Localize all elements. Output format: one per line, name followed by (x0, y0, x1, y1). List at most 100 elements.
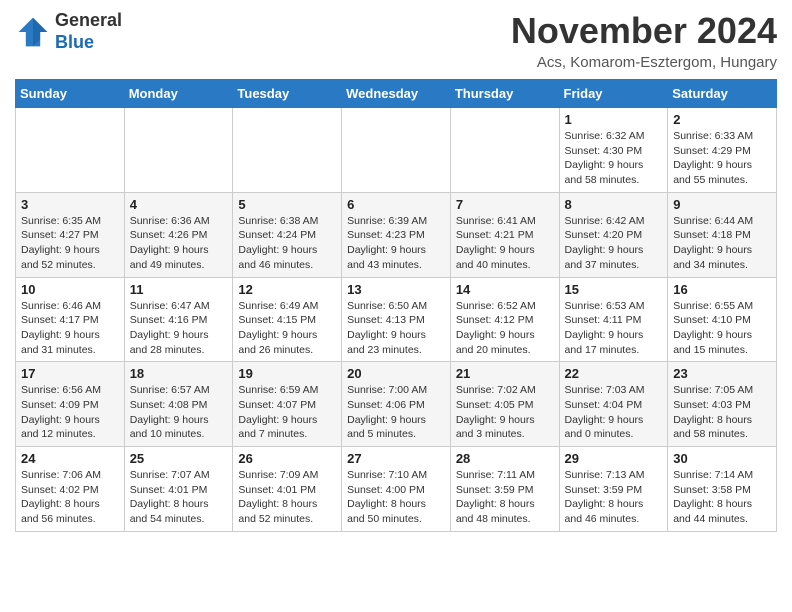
day-number: 13 (347, 282, 445, 297)
calendar-cell: 2 Sunrise: 6:33 AMSunset: 4:29 PMDaylight… (668, 108, 777, 193)
calendar-cell: 27Sunrise: 7:10 AMSunset: 4:00 PMDayligh… (342, 447, 451, 532)
day-info: Sunrise: 6:41 AMSunset: 4:21 PMDaylight:… (456, 214, 554, 273)
day-info: Sunrise: 7:05 AMSunset: 4:03 PMDaylight:… (673, 383, 771, 442)
day-info: Sunrise: 6:33 AMSunset: 4:29 PMDaylight:… (673, 129, 771, 188)
weekday-header: Thursday (450, 80, 559, 108)
day-info: Sunrise: 7:13 AMSunset: 3:59 PMDaylight:… (565, 468, 663, 527)
day-info: Sunrise: 7:00 AMSunset: 4:06 PMDaylight:… (347, 383, 445, 442)
calendar-cell: 20 Sunrise: 7:00 AMSunset: 4:06 PMDayligh… (342, 362, 451, 447)
calendar-cell: 11 Sunrise: 6:47 AMSunset: 4:16 PMDayligh… (124, 277, 233, 362)
day-number: 1 (565, 112, 663, 127)
day-number: 10 (21, 282, 119, 297)
calendar-cell: 17 Sunrise: 6:56 AMSunset: 4:09 PMDayligh… (16, 362, 125, 447)
page: General Blue November 2024 Acs, Komarom-… (0, 0, 792, 547)
weekday-header: Tuesday (233, 80, 342, 108)
day-number: 22 (565, 366, 663, 381)
weekday-header: Saturday (668, 80, 777, 108)
calendar-cell: 6 Sunrise: 6:39 AMSunset: 4:23 PMDaylight… (342, 192, 451, 277)
day-info: Sunrise: 6:36 AMSunset: 4:26 PMDaylight:… (130, 214, 228, 273)
day-info: Sunrise: 6:35 AMSunset: 4:27 PMDaylight:… (21, 214, 119, 273)
calendar-cell: 18Sunrise: 6:57 AMSunset: 4:08 PMDayligh… (124, 362, 233, 447)
calendar-week-row: 10 Sunrise: 6:46 AMSunset: 4:17 PMDayligh… (16, 277, 777, 362)
calendar-cell: 26Sunrise: 7:09 AMSunset: 4:01 PMDayligh… (233, 447, 342, 532)
calendar-cell: 19 Sunrise: 6:59 AMSunset: 4:07 PMDayligh… (233, 362, 342, 447)
day-number: 14 (456, 282, 554, 297)
day-info: Sunrise: 6:46 AMSunset: 4:17 PMDaylight:… (21, 299, 119, 358)
day-info: Sunrise: 6:42 AMSunset: 4:20 PMDaylight:… (565, 214, 663, 273)
day-number: 12 (238, 282, 336, 297)
logo: General Blue (15, 10, 122, 53)
calendar-cell: 29 Sunrise: 7:13 AMSunset: 3:59 PMDayligh… (559, 447, 668, 532)
calendar-cell: 5 Sunrise: 6:38 AMSunset: 4:24 PMDaylight… (233, 192, 342, 277)
calendar-cell (233, 108, 342, 193)
day-info: Sunrise: 6:55 AMSunset: 4:10 PMDaylight:… (673, 299, 771, 358)
day-number: 17 (21, 366, 119, 381)
day-number: 21 (456, 366, 554, 381)
day-number: 20 (347, 366, 445, 381)
calendar-cell: 1 Sunrise: 6:32 AMSunset: 4:30 PMDaylight… (559, 108, 668, 193)
day-number: 3 (21, 197, 119, 212)
day-number: 6 (347, 197, 445, 212)
calendar-cell: 4Sunrise: 6:36 AMSunset: 4:26 PMDaylight… (124, 192, 233, 277)
calendar-week-row: 17 Sunrise: 6:56 AMSunset: 4:09 PMDayligh… (16, 362, 777, 447)
day-info: Sunrise: 7:14 AMSunset: 3:58 PMDaylight:… (673, 468, 771, 527)
day-info: Sunrise: 6:39 AMSunset: 4:23 PMDaylight:… (347, 214, 445, 273)
day-info: Sunrise: 7:03 AMSunset: 4:04 PMDaylight:… (565, 383, 663, 442)
day-info: Sunrise: 7:02 AMSunset: 4:05 PMDaylight:… (456, 383, 554, 442)
weekday-header-row: SundayMondayTuesdayWednesdayThursdayFrid… (16, 80, 777, 108)
location: Acs, Komarom-Esztergom, Hungary (511, 54, 777, 71)
day-info: Sunrise: 6:59 AMSunset: 4:07 PMDaylight:… (238, 383, 336, 442)
calendar-week-row: 3 Sunrise: 6:35 AMSunset: 4:27 PMDaylight… (16, 192, 777, 277)
day-info: Sunrise: 6:32 AMSunset: 4:30 PMDaylight:… (565, 129, 663, 188)
day-info: Sunrise: 7:06 AMSunset: 4:02 PMDaylight:… (21, 468, 119, 527)
logo-blue: Blue (55, 32, 122, 54)
calendar: SundayMondayTuesdayWednesdayThursdayFrid… (15, 79, 777, 532)
calendar-cell: 21 Sunrise: 7:02 AMSunset: 4:05 PMDayligh… (450, 362, 559, 447)
day-info: Sunrise: 6:53 AMSunset: 4:11 PMDaylight:… (565, 299, 663, 358)
day-info: Sunrise: 6:57 AMSunset: 4:08 PMDaylight:… (130, 383, 228, 442)
day-number: 24 (21, 451, 119, 466)
day-number: 15 (565, 282, 663, 297)
calendar-cell: 25Sunrise: 7:07 AMSunset: 4:01 PMDayligh… (124, 447, 233, 532)
day-number: 7 (456, 197, 554, 212)
calendar-cell: 14 Sunrise: 6:52 AMSunset: 4:12 PMDayligh… (450, 277, 559, 362)
day-number: 27 (347, 451, 445, 466)
day-number: 5 (238, 197, 336, 212)
day-info: Sunrise: 7:07 AMSunset: 4:01 PMDaylight:… (130, 468, 228, 527)
header: General Blue November 2024 Acs, Komarom-… (15, 10, 777, 71)
day-number: 29 (565, 451, 663, 466)
day-info: Sunrise: 6:44 AMSunset: 4:18 PMDaylight:… (673, 214, 771, 273)
calendar-cell (16, 108, 125, 193)
title-section: November 2024 Acs, Komarom-Esztergom, Hu… (511, 10, 777, 71)
calendar-cell: 15 Sunrise: 6:53 AMSunset: 4:11 PMDayligh… (559, 277, 668, 362)
weekday-header: Friday (559, 80, 668, 108)
calendar-cell: 10 Sunrise: 6:46 AMSunset: 4:17 PMDayligh… (16, 277, 125, 362)
calendar-cell (124, 108, 233, 193)
calendar-cell: 23 Sunrise: 7:05 AMSunset: 4:03 PMDayligh… (668, 362, 777, 447)
calendar-cell (342, 108, 451, 193)
weekday-header: Monday (124, 80, 233, 108)
calendar-cell: 8Sunrise: 6:42 AMSunset: 4:20 PMDaylight… (559, 192, 668, 277)
calendar-cell: 3 Sunrise: 6:35 AMSunset: 4:27 PMDaylight… (16, 192, 125, 277)
day-number: 2 (673, 112, 771, 127)
day-info: Sunrise: 6:52 AMSunset: 4:12 PMDaylight:… (456, 299, 554, 358)
calendar-cell: 16 Sunrise: 6:55 AMSunset: 4:10 PMDayligh… (668, 277, 777, 362)
day-number: 26 (238, 451, 336, 466)
day-number: 23 (673, 366, 771, 381)
calendar-cell (450, 108, 559, 193)
day-number: 16 (673, 282, 771, 297)
day-info: Sunrise: 6:56 AMSunset: 4:09 PMDaylight:… (21, 383, 119, 442)
day-info: Sunrise: 7:11 AMSunset: 3:59 PMDaylight:… (456, 468, 554, 527)
logo-text: General Blue (55, 10, 122, 53)
month-title: November 2024 (511, 10, 777, 52)
calendar-cell: 13Sunrise: 6:50 AMSunset: 4:13 PMDayligh… (342, 277, 451, 362)
day-number: 11 (130, 282, 228, 297)
day-info: Sunrise: 6:49 AMSunset: 4:15 PMDaylight:… (238, 299, 336, 358)
day-number: 19 (238, 366, 336, 381)
day-number: 30 (673, 451, 771, 466)
calendar-cell: 9Sunrise: 6:44 AMSunset: 4:18 PMDaylight… (668, 192, 777, 277)
day-info: Sunrise: 6:47 AMSunset: 4:16 PMDaylight:… (130, 299, 228, 358)
day-number: 28 (456, 451, 554, 466)
calendar-cell: 7 Sunrise: 6:41 AMSunset: 4:21 PMDaylight… (450, 192, 559, 277)
day-info: Sunrise: 6:38 AMSunset: 4:24 PMDaylight:… (238, 214, 336, 273)
